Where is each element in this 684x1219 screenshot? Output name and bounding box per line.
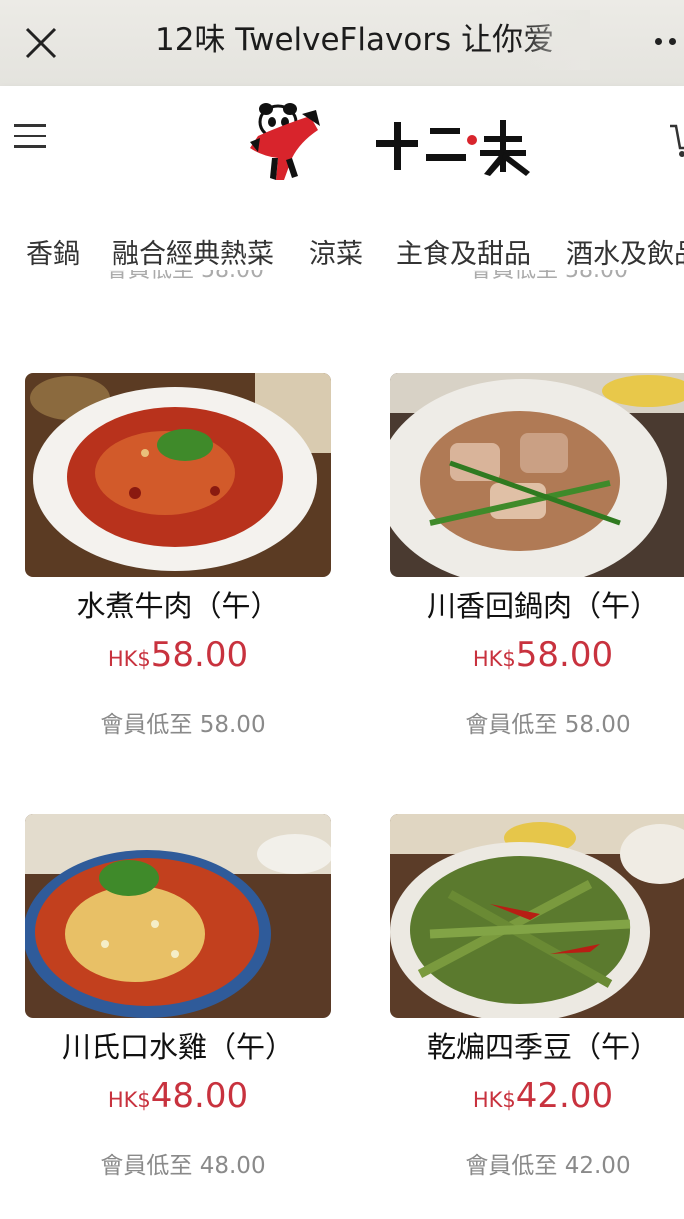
tab-category[interactable]: 酒水及飲品 [566,232,684,271]
product-price: HK$58.00 [390,635,684,675]
member-price: 會員低至 58.00 [465,712,631,738]
brand-logo[interactable] [240,96,570,188]
window-title: 12味 TwelveFlavors 让你爱 [155,22,555,58]
currency-label: HK$ [472,647,516,671]
currency-label: HK$ [472,1088,516,1112]
product-price: HK$48.00 [25,1076,331,1116]
cart-icon [670,124,684,157]
price-value: 48.00 [150,1076,249,1116]
product-image[interactable] [390,373,684,577]
title-fade [520,10,590,70]
site-header [0,86,684,194]
menu-icon [14,124,46,148]
price-value: 42.00 [515,1076,614,1116]
cart-button[interactable] [668,122,684,158]
panda-logo-icon [250,103,530,180]
currency-label: HK$ [107,647,151,671]
tab-category[interactable]: 主食及甜品 [396,232,531,271]
member-price: 會員低至 42.00 [465,1153,631,1179]
tab-category[interactable]: 涼菜 [309,232,363,271]
product-price: HK$42.00 [390,1076,684,1116]
scrolled-member-price: 會員低至 58.00 [470,270,628,283]
close-button[interactable] [22,22,62,62]
product-name[interactable]: 水煮牛肉（午） [25,583,331,625]
more-icon [655,28,684,56]
product-name[interactable]: 乾煸四季豆（午） [390,1024,684,1066]
member-price: 會員低至 58.00 [100,712,266,738]
tab-category[interactable]: 香鍋 [26,232,80,271]
title-bar: 12味 TwelveFlavors 让你爱 [0,0,684,86]
currency-label: HK$ [107,1088,151,1112]
tab-category[interactable]: 融合經典熱菜 [112,232,274,271]
price-value: 58.00 [150,635,249,675]
product-image[interactable] [25,814,331,1018]
scrolled-member-price: 會員低至 58.00 [106,270,264,283]
product-image[interactable] [390,814,684,1018]
product-price: HK$58.00 [25,635,331,675]
member-price: 會員低至 48.00 [100,1153,266,1179]
menu-button[interactable] [14,124,46,150]
close-icon [25,27,57,59]
product-name[interactable]: 川氏口水雞（午） [25,1024,331,1066]
product-image[interactable] [25,373,331,577]
price-value: 58.00 [515,635,614,675]
more-button[interactable] [655,28,684,56]
product-name[interactable]: 川香回鍋肉（午） [390,583,684,625]
